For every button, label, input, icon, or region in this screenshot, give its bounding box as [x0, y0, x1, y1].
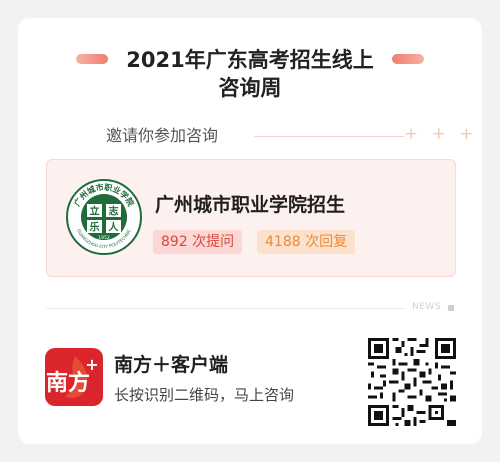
app-hint: 长按识别二维码，马上咨询: [114, 386, 295, 404]
school-emblem-icon: 广州城市职业学院 GUANGZHOU CITY POLYTECHNIC 立 志 …: [66, 179, 142, 255]
answers-count-badge: 4188 次回复: [257, 230, 356, 254]
emblem-char-4: 人: [109, 221, 120, 234]
questions-count-badge: 892 次提问: [153, 230, 243, 254]
plus-decoration: + + +: [404, 124, 478, 144]
page-title-line-1: 2021年广东高考招生线上: [126, 48, 374, 72]
app-icon-text: 南方: [46, 370, 90, 396]
invite-divider: [254, 136, 404, 137]
emblem-char-2: 志: [109, 205, 119, 218]
app-name: 南方＋客户端: [114, 354, 229, 376]
school-card[interactable]: 广州城市职业学院 GUANGZHOU CITY POLYTECHNIC 立 志 …: [46, 159, 456, 277]
section-divider: [46, 308, 406, 309]
invite-card: 2021年广东高考招生线上 咨询周 邀请你参加咨询 + + + 广州城市职业学院…: [18, 18, 482, 444]
nanfang-plus-logo-icon: 南方 +: [45, 348, 103, 406]
news-label: NEWS: [412, 302, 442, 312]
emblem-year: 1952: [98, 235, 110, 241]
news-square-icon: [448, 305, 454, 311]
app-icon-plus: +: [85, 355, 98, 374]
emblem-char-1: 立: [90, 205, 100, 218]
invite-label: 邀请你参加咨询: [106, 126, 219, 145]
title-block: 2021年广东高考招生线上 咨询周: [18, 46, 482, 102]
page-title-line-2: 咨询周: [218, 76, 282, 100]
qr-code-icon[interactable]: [368, 338, 456, 426]
emblem-char-3: 乐: [90, 221, 100, 234]
school-name: 广州城市职业学院招生: [155, 194, 346, 216]
